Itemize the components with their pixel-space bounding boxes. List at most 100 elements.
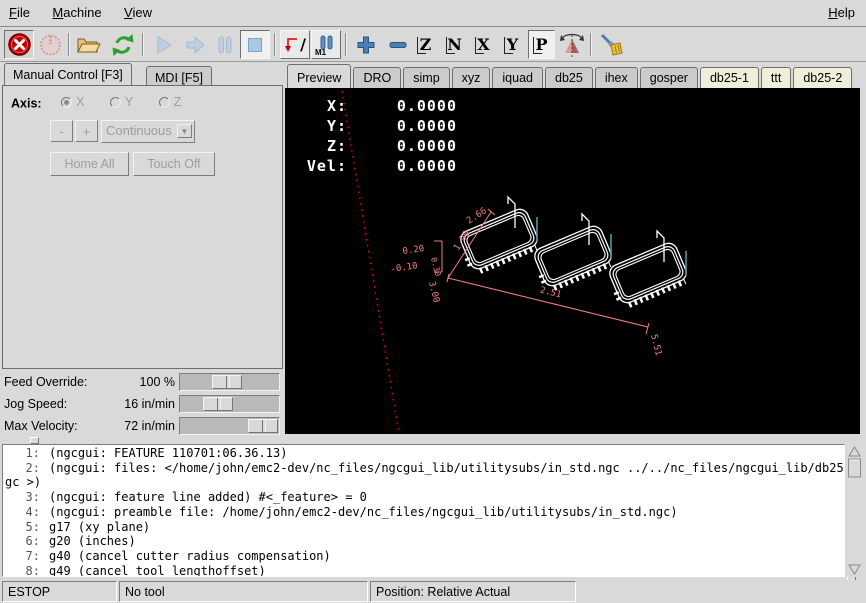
jog-plus-button[interactable]: +: [75, 120, 98, 142]
tab-ttt[interactable]: ttt: [761, 67, 791, 88]
jog-mode-select[interactable]: Continuous ▼: [101, 120, 195, 143]
line-number: 4:: [3, 505, 49, 520]
rotate-view-toggle[interactable]: [557, 30, 587, 59]
zoom-in-button[interactable]: [351, 30, 381, 59]
dro-vel-label: Vel:: [295, 156, 347, 176]
bracket-mark: [417, 37, 426, 54]
view-top-button[interactable]: Z: [412, 30, 439, 59]
feed-override-row: Feed Override: 100 %: [0, 372, 284, 393]
status-tool: No tool: [119, 581, 368, 602]
rotate-cone-icon: [559, 32, 585, 58]
pause-icon: [213, 33, 237, 57]
bracket-mark: [475, 37, 484, 54]
machine-power-button[interactable]: [35, 30, 65, 59]
touch-off-button[interactable]: Touch Off: [133, 152, 215, 176]
max-velocity-slider[interactable]: [179, 417, 280, 435]
m1-glyph: M1: [315, 48, 326, 57]
tab-gosper[interactable]: gosper: [640, 67, 698, 88]
dim-z-max: 0.20: [402, 244, 425, 257]
max-velocity-row: Max Velocity: 72 in/min: [0, 416, 284, 437]
open-file-button[interactable]: [73, 30, 103, 59]
feed-override-slider[interactable]: [179, 373, 280, 391]
feed-override-value: 100 %: [80, 375, 175, 389]
max-velocity-handle[interactable]: [248, 419, 278, 433]
run-button[interactable]: [148, 30, 178, 59]
tab-preview[interactable]: Preview: [287, 64, 351, 88]
dro-y-value: 0.0000: [347, 116, 457, 136]
line-number: 5:: [3, 520, 49, 535]
preview-canvas[interactable]: 2.51 5.51 3.00 1.90 2.66 0.20 -0.10 0.30…: [285, 88, 860, 434]
scroll-up-icon[interactable]: [849, 447, 860, 456]
line-number: 2:: [3, 461, 49, 476]
toolbar-separator: [590, 33, 591, 56]
stop-button[interactable]: [240, 30, 270, 59]
jog-speed-slider[interactable]: [179, 395, 280, 413]
dim-z-min: -0.10: [390, 261, 418, 275]
dro-y-row: Y:0.0000: [295, 116, 457, 136]
estop-button[interactable]: [4, 30, 34, 59]
pause-button[interactable]: [210, 30, 240, 59]
optional-pause-toggle[interactable]: M1: [311, 30, 341, 59]
tab-db25[interactable]: db25: [545, 67, 593, 88]
radio-icon: [159, 97, 170, 108]
scroll-thumb[interactable]: [849, 459, 861, 477]
scrollbar-graphic: [846, 444, 863, 577]
dro-z-row: Z:0.0000: [295, 136, 457, 156]
view-side-button[interactable]: X: [470, 30, 497, 59]
menu-machine[interactable]: Machine: [43, 0, 110, 24]
tab-ihex[interactable]: ihex: [595, 67, 638, 88]
machine-power-icon: [38, 32, 63, 57]
reload-file-button[interactable]: [108, 30, 138, 59]
view-perspective-button[interactable]: P: [528, 30, 555, 59]
menu-help[interactable]: Help: [819, 0, 864, 24]
jog-speed-handle[interactable]: [203, 397, 233, 411]
gcode-line: 6:g20 (inches): [3, 534, 844, 549]
line-text: g49 (cancel tool lengthoffset): [49, 564, 266, 577]
step-button[interactable]: [180, 30, 210, 59]
open-folder-icon: [75, 33, 101, 57]
bracket-mark: [446, 37, 455, 54]
gcode-listing[interactable]: 1:(ngcgui: FEATURE 110701:06.36.13) 2:(n…: [2, 444, 845, 577]
tab-simp[interactable]: simp: [403, 67, 449, 88]
line-number: 8:: [3, 564, 49, 577]
jog-speed-row: Jog Speed: 16 in/min: [0, 394, 284, 415]
tab-db25-1[interactable]: db25-1: [700, 67, 759, 88]
zoom-out-button[interactable]: [383, 30, 413, 59]
skip-lines-toggle[interactable]: /: [280, 30, 310, 59]
slash-glyph: /: [300, 35, 306, 54]
tab-dro[interactable]: DRO: [353, 67, 401, 88]
pocket-path-2: [531, 224, 615, 291]
zoom-out-icon: [386, 33, 410, 57]
line-text: g40 (cancel cutter radius compensation): [49, 549, 331, 564]
dro-vel-row: Vel:0.0000: [295, 156, 457, 176]
menu-view[interactable]: View: [115, 0, 161, 24]
gcode-line: 7:g40 (cancel cutter radius compensation…: [3, 549, 844, 564]
axis-radio-x[interactable]: X: [61, 95, 84, 109]
dro-x-row: X:0.0000: [295, 96, 457, 116]
radio-icon: [61, 97, 72, 108]
pane-sash-grip[interactable]: [30, 437, 39, 444]
tab-iquad[interactable]: iquad: [492, 67, 543, 88]
pocket-path-3: [606, 241, 690, 308]
view-rotated-top-button[interactable]: N: [441, 30, 468, 59]
axis-window: { "menu": { "items": ["File", "Machine",…: [0, 0, 866, 603]
home-all-button[interactable]: Home All: [50, 152, 129, 176]
tab-db25-2[interactable]: db25-2: [793, 67, 852, 88]
menu-file[interactable]: File: [0, 0, 39, 24]
line-text: (ngcgui: files: </home/john/emc2-dev/nc_…: [49, 461, 845, 476]
feed-override-handle[interactable]: [212, 375, 242, 389]
line-text: (ngcgui: preamble file: /home/john/emc2-…: [49, 505, 678, 520]
axis-radio-y[interactable]: Y: [110, 95, 133, 109]
scroll-down-icon[interactable]: [849, 565, 860, 574]
axis-row: Axis: X Y Z: [11, 95, 181, 111]
view-front-button[interactable]: Y: [499, 30, 526, 59]
jog-minus-button[interactable]: -: [50, 120, 73, 142]
clear-plot-button[interactable]: [596, 30, 626, 59]
axis-y-label: Y: [125, 95, 133, 109]
line-number: 3:: [3, 490, 49, 505]
gcode-scrollbar[interactable]: [846, 444, 863, 577]
skip-lines-icon: [284, 34, 299, 56]
axis-radio-z[interactable]: Z: [159, 95, 182, 109]
tab-manual-control[interactable]: Manual Control [F3]: [4, 63, 132, 85]
tab-xyz[interactable]: xyz: [452, 67, 491, 88]
